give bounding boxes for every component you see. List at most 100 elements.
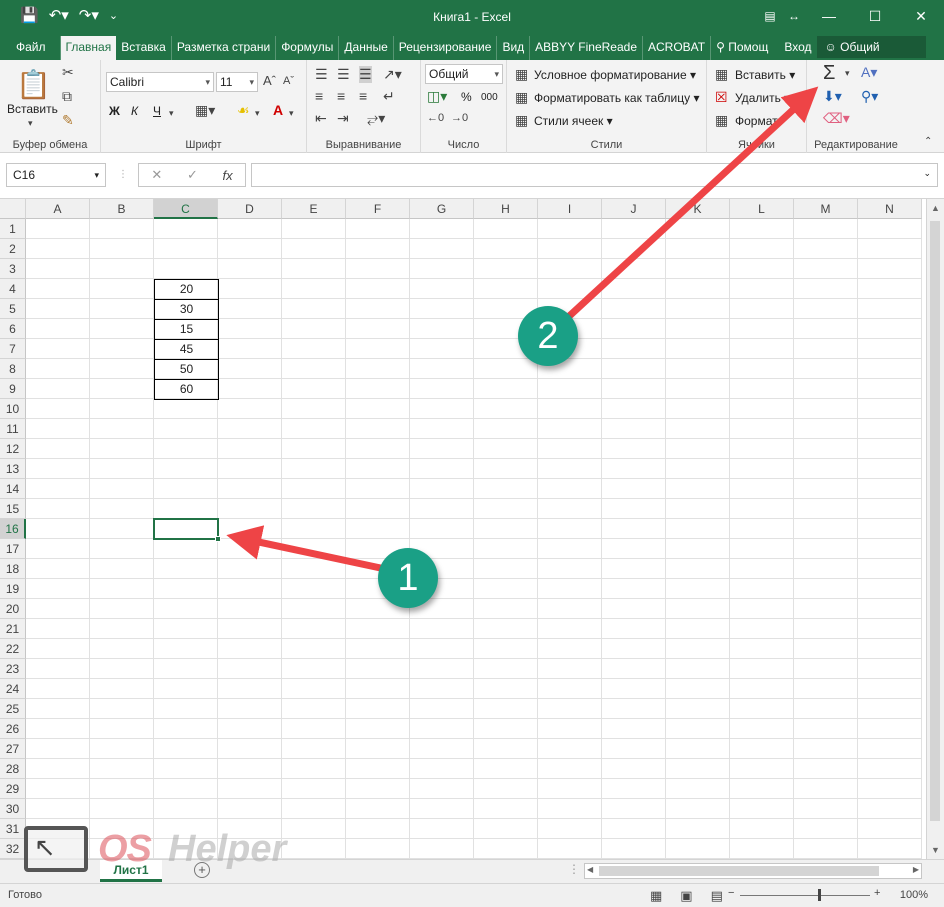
cell[interactable]: [154, 419, 218, 439]
conditional-format-icon[interactable]: ▦: [515, 66, 528, 83]
cell[interactable]: [154, 759, 218, 779]
cell[interactable]: [858, 259, 922, 279]
cell[interactable]: [410, 359, 474, 379]
page-layout-view-icon[interactable]: ▣: [680, 888, 692, 904]
cell[interactable]: [730, 439, 794, 459]
cell[interactable]: [474, 799, 538, 819]
cell[interactable]: [410, 619, 474, 639]
cell[interactable]: [666, 219, 730, 239]
cell[interactable]: [858, 439, 922, 459]
cell[interactable]: [794, 779, 858, 799]
cell[interactable]: [474, 359, 538, 379]
cell[interactable]: [602, 779, 666, 799]
row-header-6[interactable]: 6: [0, 319, 26, 339]
tab-data[interactable]: Данные: [339, 36, 394, 60]
cell[interactable]: [538, 619, 602, 639]
cell[interactable]: [154, 599, 218, 619]
cell[interactable]: [666, 539, 730, 559]
cell[interactable]: [282, 439, 346, 459]
cell[interactable]: [666, 819, 730, 839]
row-header-23[interactable]: 23: [0, 659, 26, 679]
cell[interactable]: [282, 339, 346, 359]
cell[interactable]: [282, 639, 346, 659]
cell[interactable]: [90, 539, 154, 559]
cell[interactable]: [602, 279, 666, 299]
cell[interactable]: [26, 699, 90, 719]
cell[interactable]: [90, 279, 154, 299]
cell[interactable]: [282, 599, 346, 619]
cell[interactable]: [794, 239, 858, 259]
cell[interactable]: [90, 599, 154, 619]
cell[interactable]: [538, 659, 602, 679]
cell[interactable]: [602, 579, 666, 599]
row-header-1[interactable]: 1: [0, 219, 26, 239]
cell[interactable]: [474, 279, 538, 299]
cell[interactable]: [410, 279, 474, 299]
cell[interactable]: [858, 839, 922, 859]
cell[interactable]: [538, 219, 602, 239]
more-icon[interactable]: ⋮: [568, 862, 580, 876]
cell[interactable]: [154, 479, 218, 499]
cell[interactable]: [666, 619, 730, 639]
name-box[interactable]: C16 ▾: [6, 163, 106, 187]
cell[interactable]: [410, 379, 474, 399]
cell[interactable]: [602, 339, 666, 359]
cell[interactable]: [794, 299, 858, 319]
bold-button[interactable]: Ж: [109, 104, 120, 118]
cell[interactable]: [730, 499, 794, 519]
cell[interactable]: [602, 559, 666, 579]
cell[interactable]: [90, 439, 154, 459]
cell[interactable]: [410, 659, 474, 679]
cell[interactable]: [218, 419, 282, 439]
cell[interactable]: [410, 519, 474, 539]
cell[interactable]: [730, 259, 794, 279]
cell[interactable]: [154, 619, 218, 639]
cell[interactable]: [26, 239, 90, 259]
tab-sign-in[interactable]: Вход: [779, 36, 816, 60]
cell[interactable]: [538, 739, 602, 759]
cell[interactable]: [218, 459, 282, 479]
cell[interactable]: [90, 659, 154, 679]
row-header-27[interactable]: 27: [0, 739, 26, 759]
insert-cells-icon[interactable]: ▦: [715, 66, 728, 83]
cell[interactable]: [282, 539, 346, 559]
cell[interactable]: [346, 659, 410, 679]
find-select-icon[interactable]: ⚲▾: [861, 88, 878, 105]
cell[interactable]: [410, 459, 474, 479]
cell[interactable]: [282, 799, 346, 819]
cell[interactable]: [410, 219, 474, 239]
cell[interactable]: [90, 419, 154, 439]
align-bottom-icon[interactable]: ☰: [359, 66, 372, 83]
align-top-icon[interactable]: ☰: [315, 66, 328, 83]
ribbon-options-icon[interactable]: ▤: [758, 0, 782, 32]
cell[interactable]: [794, 799, 858, 819]
cell[interactable]: [90, 319, 154, 339]
row-header-24[interactable]: 24: [0, 679, 26, 699]
cell[interactable]: [474, 699, 538, 719]
fill-icon[interactable]: ⬇▾: [823, 88, 842, 105]
cell[interactable]: [666, 659, 730, 679]
cell[interactable]: [602, 659, 666, 679]
data-cell-c8[interactable]: 50: [154, 359, 219, 380]
increase-decimal-icon[interactable]: ←0: [427, 112, 444, 124]
cell[interactable]: [474, 659, 538, 679]
cell[interactable]: [730, 379, 794, 399]
zoom-slider-thumb[interactable]: [818, 889, 821, 901]
cell[interactable]: [154, 719, 218, 739]
cell[interactable]: [794, 819, 858, 839]
cell[interactable]: [794, 479, 858, 499]
cell[interactable]: [26, 659, 90, 679]
cell[interactable]: [26, 539, 90, 559]
data-cell-c7[interactable]: 45: [154, 339, 219, 360]
cell[interactable]: [730, 579, 794, 599]
cell[interactable]: [730, 359, 794, 379]
cell[interactable]: [602, 399, 666, 419]
cell[interactable]: [90, 759, 154, 779]
chevron-down-icon[interactable]: ▾: [289, 108, 294, 119]
cell[interactable]: [26, 379, 90, 399]
cell[interactable]: [474, 459, 538, 479]
cell[interactable]: [666, 419, 730, 439]
collapse-ribbon-icon[interactable]: ⌃: [924, 136, 932, 147]
cell[interactable]: [346, 799, 410, 819]
cell[interactable]: [602, 679, 666, 699]
